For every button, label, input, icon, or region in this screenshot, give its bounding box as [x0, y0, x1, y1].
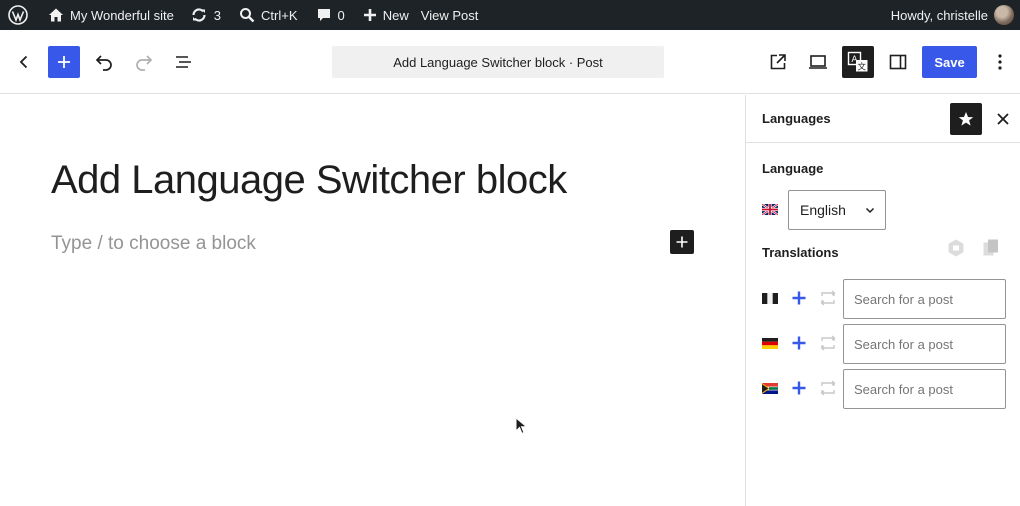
- sidebar-header: Languages: [746, 95, 1020, 143]
- close-icon: [997, 113, 1009, 125]
- account-menu[interactable]: Howdy, christelle: [883, 0, 1020, 30]
- mouse-cursor-icon: [515, 417, 528, 435]
- chevron-down-icon: [865, 207, 875, 214]
- view-post-button[interactable]: [762, 46, 794, 78]
- editor-header: Add Language Switcher block · Post A 文 S…: [0, 30, 1020, 94]
- close-sidebar-button[interactable]: [991, 107, 1015, 131]
- sync-icon[interactable]: [819, 335, 837, 351]
- home-icon: [49, 8, 63, 22]
- view-post-link[interactable]: View Post: [417, 0, 487, 30]
- language-label: Language: [762, 161, 824, 176]
- sync-icon[interactable]: [819, 290, 837, 306]
- document-title: Add Language Switcher block · Post: [393, 54, 603, 70]
- language-select-value: English: [800, 202, 846, 218]
- svg-text:文: 文: [857, 62, 866, 73]
- germany-flag-icon: [762, 338, 778, 349]
- translation-search-placeholder: Search for a post: [854, 336, 953, 352]
- new-label: New: [382, 7, 409, 23]
- plus-icon: [58, 56, 70, 68]
- translation-search-placeholder: Search for a post: [854, 291, 953, 307]
- search-icon: [240, 8, 255, 23]
- sidebar-icon: [889, 54, 907, 70]
- options-button[interactable]: [985, 46, 1015, 78]
- site-name: My Wonderful site: [70, 7, 174, 23]
- redo-icon: [136, 55, 153, 71]
- uk-flag-icon: [762, 204, 778, 215]
- languages-sidebar: Languages Language English Translations: [745, 95, 1020, 506]
- save-button[interactable]: Save: [922, 46, 977, 78]
- pin-button[interactable]: [950, 103, 982, 135]
- translation-search-placeholder: Search for a post: [854, 381, 953, 397]
- desktop-icon: [809, 55, 827, 69]
- view-post-label: View Post: [420, 7, 479, 23]
- sync-icon[interactable]: [819, 380, 837, 396]
- undo-button[interactable]: [88, 46, 120, 78]
- translation-search-input[interactable]: Search for a post: [843, 369, 1006, 409]
- list-view-icon: [176, 56, 191, 68]
- settings-sidebar-toggle[interactable]: [882, 46, 914, 78]
- back-button[interactable]: [8, 46, 40, 78]
- comments-menu[interactable]: 0: [306, 0, 353, 30]
- add-translation-plus-icon[interactable]: [792, 381, 806, 395]
- comment-icon: [317, 9, 330, 21]
- add-translation-plus-icon[interactable]: [792, 336, 806, 350]
- more-vertical-icon: [998, 54, 1002, 70]
- south-africa-flag-icon: [762, 383, 778, 394]
- languages-panel-button[interactable]: A 文: [842, 46, 874, 78]
- language-select[interactable]: English: [788, 190, 886, 230]
- translations-label: Translations: [762, 245, 839, 260]
- updates-icon: [192, 8, 206, 22]
- translation-icon: A 文: [847, 51, 868, 73]
- undo-icon: [95, 55, 112, 71]
- document-overview-button[interactable]: [168, 46, 200, 78]
- paragraph-placeholder[interactable]: Type / to choose a block: [51, 233, 256, 255]
- plus-icon: [363, 9, 376, 21]
- avatar: [994, 5, 1014, 25]
- admin-bar: My Wonderful site 3 Ctrl+K 0 New View Po…: [0, 0, 1020, 30]
- greeting: Howdy, christelle: [890, 7, 988, 23]
- external-link-icon: [770, 54, 786, 70]
- comments-count: 0: [337, 7, 345, 23]
- add-translation-plus-icon[interactable]: [792, 291, 806, 305]
- translate-service-icon[interactable]: [946, 238, 966, 258]
- updates-count: 3: [213, 7, 222, 23]
- redo-button[interactable]: [128, 46, 160, 78]
- new-content-menu[interactable]: New: [353, 0, 417, 30]
- chevron-left-icon: [19, 55, 28, 69]
- copy-icon[interactable]: [982, 238, 1000, 258]
- wordpress-logo-menu[interactable]: [0, 0, 36, 30]
- command-shortcut: Ctrl+K: [261, 7, 298, 23]
- translation-search-input[interactable]: Search for a post: [843, 279, 1006, 319]
- sidebar-title: Languages: [762, 111, 831, 126]
- france-flag-icon: [762, 293, 778, 304]
- post-title[interactable]: Add Language Switcher block: [51, 158, 567, 203]
- block-inserter-toggle[interactable]: [48, 46, 80, 78]
- site-name-menu[interactable]: My Wonderful site: [36, 0, 182, 30]
- preview-device-button[interactable]: [802, 46, 834, 78]
- translation-search-input[interactable]: Search for a post: [843, 324, 1006, 364]
- document-title-bar[interactable]: Add Language Switcher block · Post: [332, 46, 664, 78]
- updates-menu[interactable]: 3: [182, 0, 229, 30]
- command-palette-menu[interactable]: Ctrl+K: [229, 0, 305, 30]
- star-icon: [958, 112, 974, 126]
- editor-canvas: Add Language Switcher block Type / to ch…: [0, 95, 745, 506]
- wordpress-logo-icon: [8, 5, 28, 25]
- inline-block-inserter[interactable]: [670, 230, 694, 254]
- plus-icon: [676, 236, 688, 248]
